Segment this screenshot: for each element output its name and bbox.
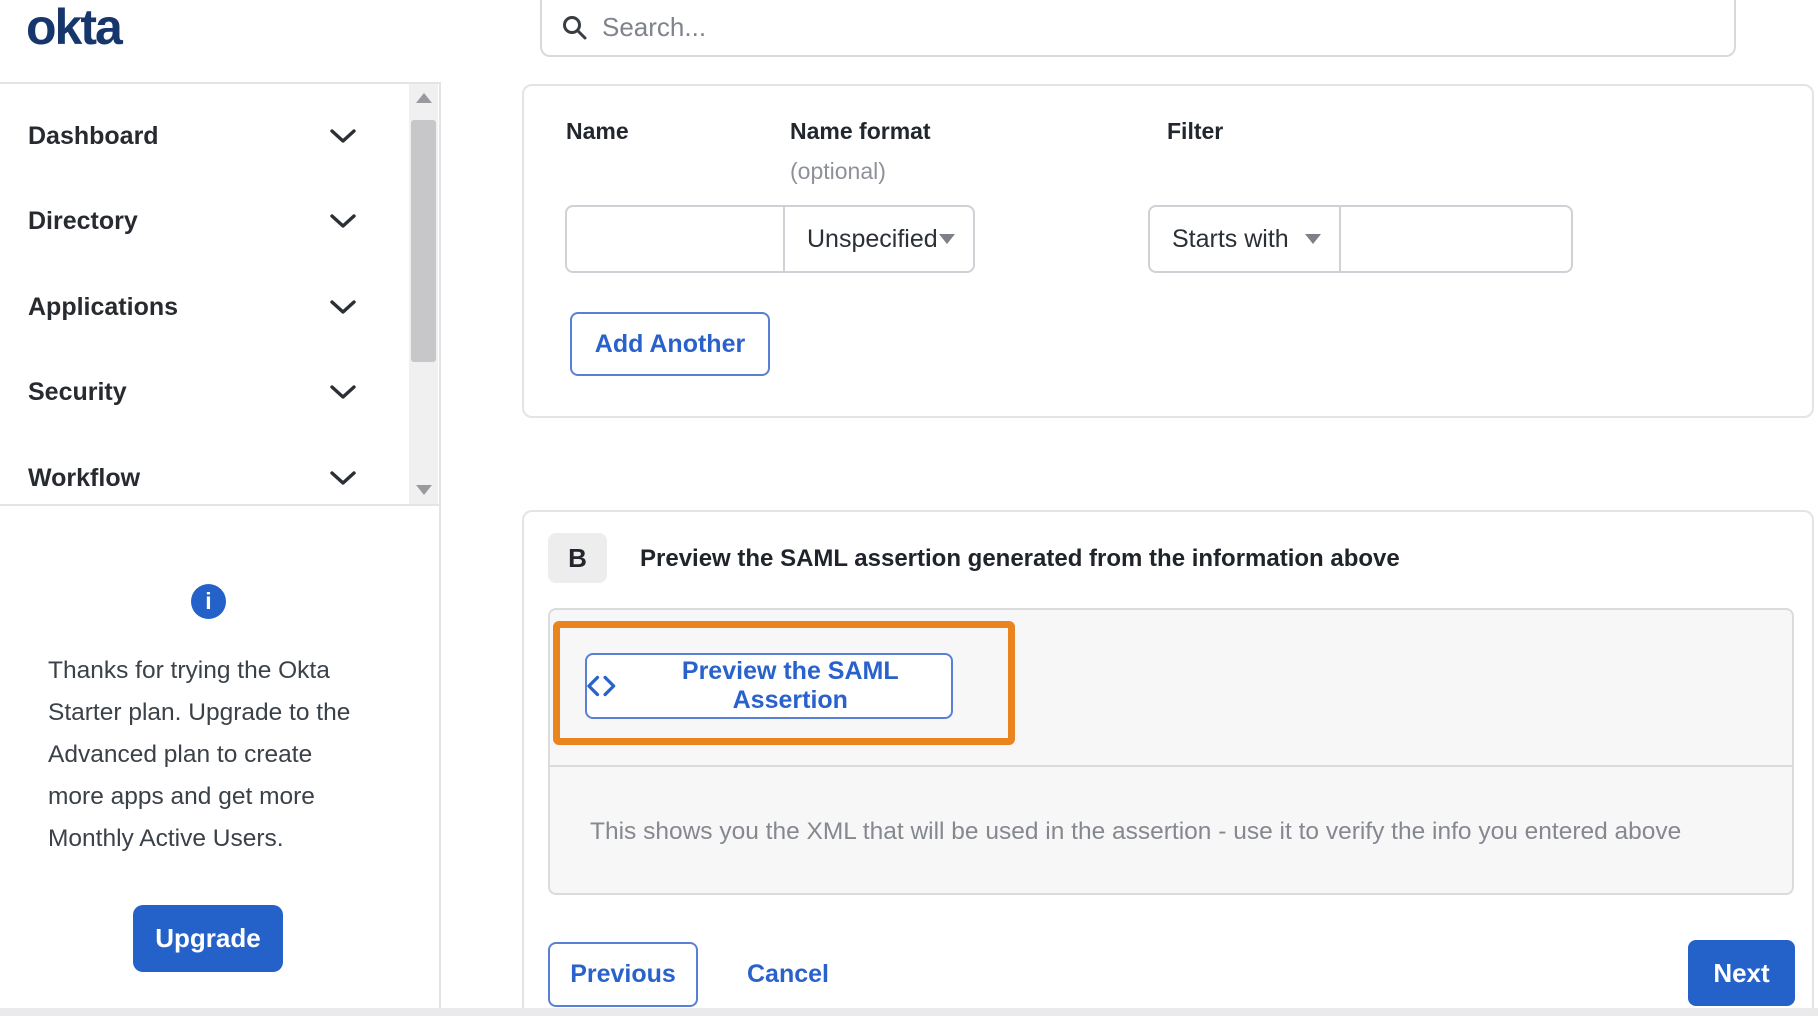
sidebar-item-dashboard[interactable]: Dashboard bbox=[0, 93, 405, 179]
code-brackets-icon bbox=[587, 675, 616, 697]
okta-admin-screen: okta Dashboard Directory Applications Se… bbox=[0, 0, 1818, 1016]
name-format-optional-label: (optional) bbox=[790, 158, 886, 184]
sidebar-nav: Dashboard Directory Applications Securit… bbox=[0, 82, 441, 506]
scroll-up-button[interactable] bbox=[409, 84, 438, 112]
preview-description: This shows you the XML that will be used… bbox=[590, 818, 1682, 845]
info-icon: i bbox=[191, 584, 226, 619]
chevron-down-icon bbox=[330, 129, 356, 143]
preview-panel: This shows you the XML that will be used… bbox=[548, 608, 1794, 895]
sidebar-item-security[interactable]: Security bbox=[0, 349, 405, 435]
upgrade-note-text: Thanks for trying the Okta Starter plan.… bbox=[48, 657, 351, 852]
sidebar-item-label: Directory bbox=[28, 206, 138, 235]
dropdown-caret-icon bbox=[939, 234, 955, 244]
sidebar-item-label: Workflow bbox=[28, 463, 141, 492]
sidebar-item-label: Security bbox=[28, 377, 127, 406]
chevron-down-icon bbox=[330, 300, 356, 314]
viewport-bottom-edge bbox=[0, 1008, 1818, 1016]
global-search[interactable] bbox=[540, 0, 1736, 57]
okta-logo: okta bbox=[26, 0, 123, 55]
chevron-down-icon bbox=[330, 385, 356, 399]
section-b-badge: B bbox=[548, 533, 607, 583]
add-another-button[interactable]: Add Another bbox=[570, 312, 770, 376]
name-column-label: Name bbox=[566, 118, 629, 144]
search-icon bbox=[563, 15, 587, 39]
search-input[interactable] bbox=[602, 12, 1716, 43]
sidebar-item-directory[interactable]: Directory bbox=[0, 178, 405, 264]
sidebar-scrollbar[interactable] bbox=[409, 84, 438, 504]
chevron-down-icon bbox=[330, 471, 356, 485]
filter-operator-select[interactable]: Starts with bbox=[1148, 205, 1341, 273]
preview-button-label: Preview the SAML Assertion bbox=[681, 657, 899, 714]
next-button[interactable]: Next bbox=[1688, 940, 1795, 1006]
chevron-down-icon bbox=[330, 214, 356, 228]
cancel-button[interactable]: Cancel bbox=[747, 942, 829, 1007]
dropdown-caret-icon bbox=[1305, 234, 1321, 244]
sidebar-item-label: Applications bbox=[28, 292, 179, 321]
sidebar-item-label: Dashboard bbox=[28, 121, 159, 150]
attribute-name-input[interactable] bbox=[565, 205, 785, 273]
filter-operator-value: Starts with bbox=[1172, 224, 1289, 253]
scrollbar-thumb[interactable] bbox=[411, 120, 436, 362]
previous-label: Previous bbox=[570, 960, 676, 988]
preview-saml-assertion-button[interactable]: Preview the SAML Assertion bbox=[585, 653, 953, 719]
filter-column-label: Filter bbox=[1167, 118, 1224, 144]
name-format-column-label: Name format bbox=[790, 118, 931, 144]
preview-description-row: This shows you the XML that will be used… bbox=[550, 769, 1792, 895]
previous-button[interactable]: Previous bbox=[548, 942, 698, 1007]
name-format-select[interactable]: Unspecified bbox=[783, 205, 975, 273]
scroll-down-icon bbox=[415, 485, 432, 495]
attribute-statement-card: Name Name format (optional) Filter Unspe… bbox=[522, 84, 1814, 418]
sidebar-item-workflow[interactable]: Workflow bbox=[0, 435, 405, 521]
section-b-heading: Preview the SAML assertion generated fro… bbox=[640, 545, 1400, 572]
filter-value-input[interactable] bbox=[1339, 205, 1573, 273]
scroll-up-icon bbox=[415, 93, 432, 103]
scroll-down-button[interactable] bbox=[409, 476, 438, 504]
sidebar-item-applications[interactable]: Applications bbox=[0, 264, 405, 350]
sidebar-divider bbox=[439, 506, 441, 1008]
add-another-label: Add Another bbox=[594, 329, 746, 358]
name-format-value: Unspecified bbox=[807, 224, 938, 253]
upgrade-button[interactable]: Upgrade bbox=[133, 905, 283, 972]
